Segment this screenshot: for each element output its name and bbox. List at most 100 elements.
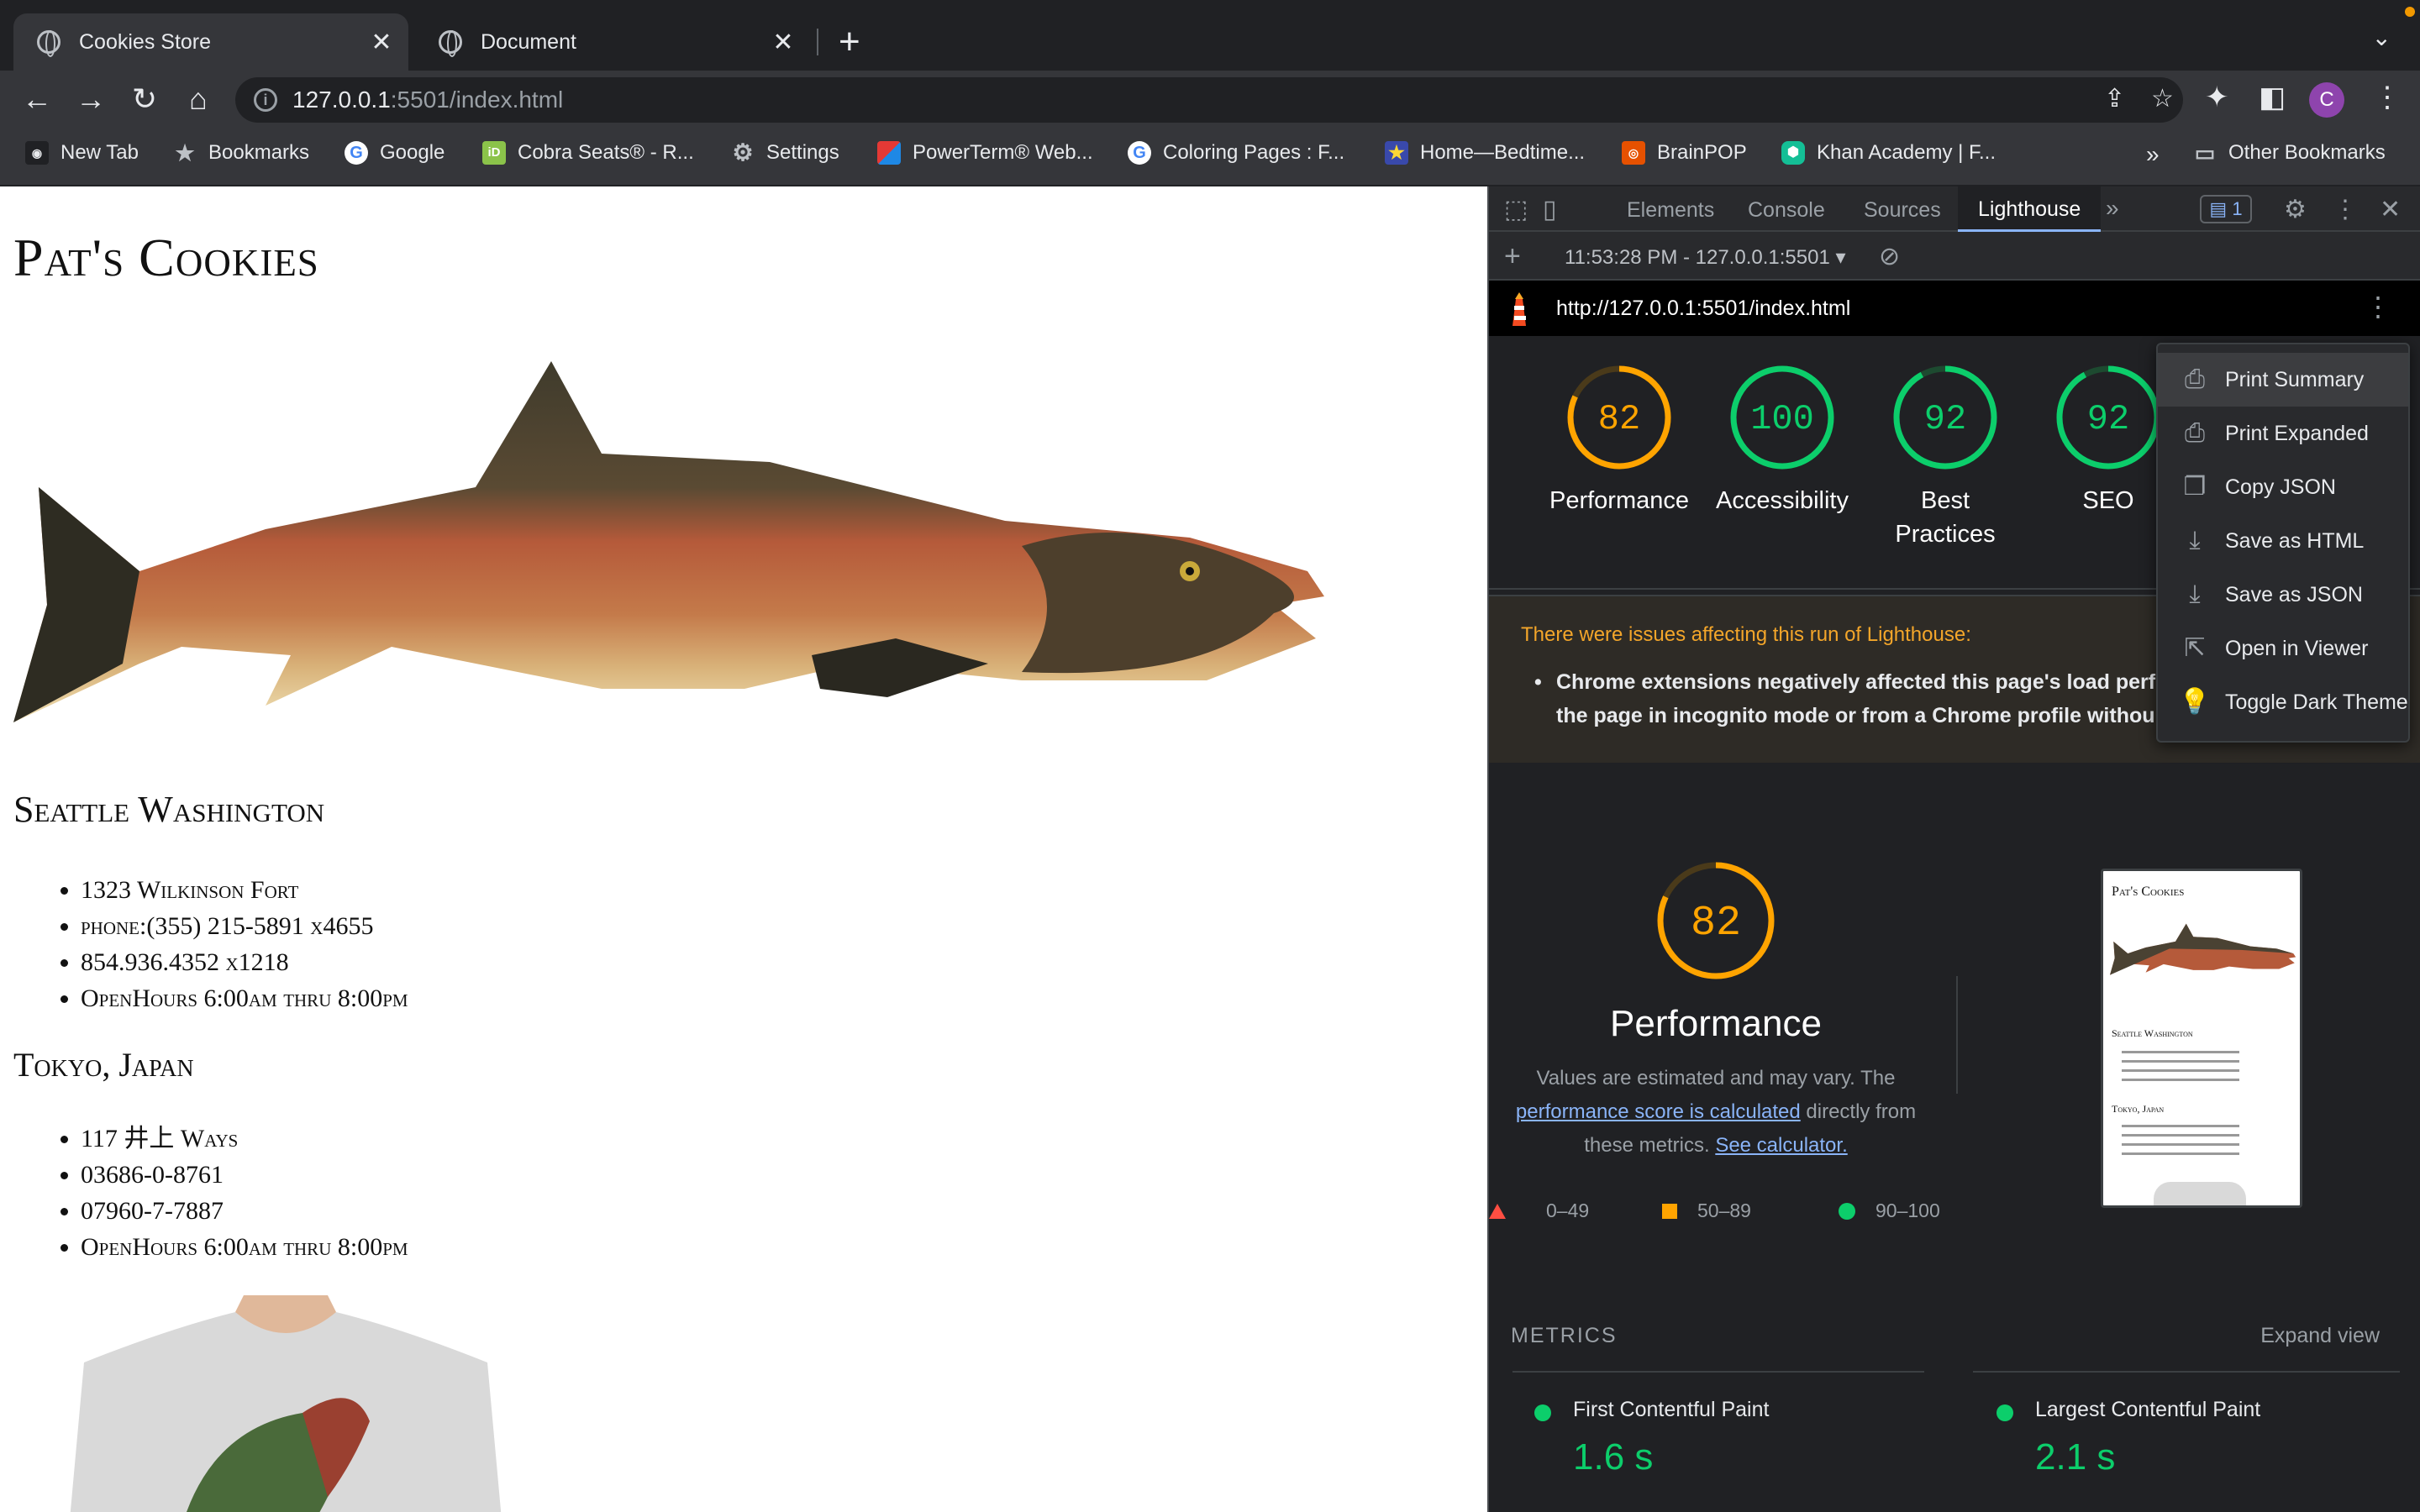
performance-description: Values are estimated and may vary. The p… (1515, 1067, 1917, 1157)
address-bar[interactable]: i 127.0.0.1:5501/index.html ⇪ ☆ (235, 77, 2183, 123)
gear-icon[interactable]: ⚙ (2284, 195, 2307, 224)
thumbnail-lines (2122, 1044, 2239, 1088)
menu-item-print-summary[interactable]: ⎙ Print Summary (2158, 353, 2408, 407)
tab-document[interactable]: Document ✕ (415, 13, 810, 71)
list-item: phone:(355) 215-5891 x4655 (81, 908, 408, 944)
bookmark-cobra-seats[interactable]: iD Cobra Seats® - R... (482, 141, 694, 165)
tab-lighthouse[interactable]: Lighthouse (1958, 186, 2102, 232)
tab-sources[interactable]: Sources (1864, 198, 1941, 223)
tab-separator (817, 29, 818, 55)
score-gauge-best-practices[interactable]: 92 Best Practices (1891, 363, 2000, 551)
globe-icon (37, 30, 60, 57)
bookmark-label: Settings (766, 141, 839, 164)
back-arrow-icon[interactable]: ← (17, 79, 57, 119)
see-calculator-link[interactable]: See calculator. (1715, 1134, 1847, 1157)
bookmark-label: Google (380, 141, 445, 164)
bookmark-home-bedtime[interactable]: ★ Home—Bedtime... (1385, 141, 1585, 165)
menu-item-copy-json[interactable]: ❐ Copy JSON (2158, 460, 2408, 514)
menu-item-save-as-json[interactable]: ⤓ Save as JSON (2158, 568, 2408, 622)
thumbnail-heading: Tokyo, Japan (2112, 1103, 2165, 1115)
bookmark-bookmarks[interactable]: ★ Bookmarks (173, 141, 309, 165)
browser-menu-kebab-icon[interactable]: ⋮ (2373, 81, 2402, 114)
bookmark-coloring-pages[interactable]: G Coloring Pages : F... (1128, 141, 1344, 165)
report-menu-kebab-icon[interactable]: ⋮ (2365, 291, 2391, 323)
performance-title: Performance (1610, 1003, 1822, 1044)
report-url[interactable]: http://127.0.0.1:5501/index.html (1556, 297, 1850, 321)
bookmark-star-icon[interactable]: ☆ (2151, 84, 2174, 113)
score-gauge-seo[interactable]: 92 SEO (2054, 363, 2163, 517)
svg-text:100: 100 (1750, 399, 1814, 439)
google-icon: G (1128, 141, 1151, 165)
red-triangle-icon (1489, 1203, 1506, 1219)
address-url[interactable]: 127.0.0.1:5501/index.html (292, 87, 563, 113)
reload-icon[interactable]: ↻ (124, 79, 165, 119)
score-gauge-accessibility[interactable]: 100 Accessibility (1716, 363, 1849, 517)
score-ring: 82 (1567, 365, 1671, 470)
menu-item-toggle-dark-theme[interactable]: 💡 Toggle Dark Theme (2158, 675, 2408, 729)
tab-cookies-store[interactable]: Cookies Store ✕ (13, 13, 408, 71)
folder-icon: ▭ (2194, 140, 2216, 165)
divider (1973, 1371, 2400, 1373)
tab-strip: Cookies Store ✕ Document ✕ + ⌄ (0, 0, 2420, 71)
menu-item-print-expanded[interactable]: ⎙ Print Expanded (2158, 407, 2408, 460)
legend-average: 50–89 (1662, 1200, 1751, 1222)
final-screenshot-thumbnail[interactable]: Pat's Cookies Seattle Washington Tokyo, … (2101, 869, 2302, 1208)
new-report-plus-icon[interactable]: + (1504, 240, 1521, 273)
thumbnail-heading: Seattle Washington (2112, 1027, 2193, 1039)
list-item: 03686-0-8761 (81, 1157, 408, 1193)
profile-avatar[interactable]: C (2309, 82, 2344, 118)
site-info-icon[interactable]: i (254, 88, 277, 112)
device-toolbar-icon[interactable]: ▯ (1543, 195, 1557, 224)
star-icon: ★ (175, 140, 195, 165)
bookmark-label: Khan Academy | F... (1817, 141, 1996, 164)
printer-icon: ⎙ (2185, 365, 2205, 393)
report-selector[interactable]: 11:53:28 PM - 127.0.0.1:5501 ▾ (1565, 245, 1846, 270)
list-item: 117 井上 Ways (81, 1121, 408, 1157)
more-tabs-chevron-icon[interactable]: » (2106, 195, 2119, 222)
score-ring: 82 (1657, 862, 1775, 979)
notification-dot (2405, 7, 2415, 17)
share-icon[interactable]: ⇪ (2104, 84, 2125, 113)
tab-search-chevron-icon[interactable]: ⌄ (2372, 24, 2391, 51)
score-label: Performance (1549, 487, 1689, 514)
close-icon[interactable]: ✕ (766, 28, 800, 57)
devtools-tabbar: ⬚ ▯ Elements Console Sources Lighthouse … (1489, 186, 2420, 232)
metric-value: 2.1 s (2035, 1436, 2116, 1478)
new-tab-plus-icon[interactable]: + (839, 20, 860, 64)
green-circle-icon (1996, 1404, 2013, 1421)
close-icon[interactable]: ✕ (2380, 195, 2401, 224)
score-ring: 92 (1893, 365, 1997, 470)
tab-console[interactable]: Console (1748, 198, 1825, 223)
browser-toolbar: ← → ↻ ⌂ i 127.0.0.1:5501/index.html ⇪ ☆ … (0, 71, 2420, 128)
divider (1956, 976, 1958, 1094)
thumbnail-title: Pat's Cookies (2112, 885, 2185, 899)
expand-view-button[interactable]: Expand view (2260, 1324, 2380, 1348)
side-panel-icon[interactable]: ◧ (2259, 81, 2286, 114)
divider (1512, 1371, 1924, 1373)
bookmark-brainpop[interactable]: ◎ BrainPOP (1622, 141, 1747, 165)
bookmark-powerterm[interactable]: PowerTerm® Web... (877, 141, 1093, 165)
menu-item-save-as-html[interactable]: ⤓ Save as HTML (2158, 514, 2408, 568)
bookmarks-overflow-chevron-icon[interactable]: » (2146, 141, 2160, 168)
clear-report-icon[interactable]: ⊘ (1879, 242, 1900, 271)
tab-elements[interactable]: Elements (1627, 198, 1714, 223)
forward-arrow-icon[interactable]: → (71, 79, 111, 119)
bookmark-other-bookmarks[interactable]: ▭ Other Bookmarks (2193, 141, 2386, 165)
bookmark-label: Home—Bedtime... (1420, 141, 1586, 164)
extensions-puzzle-icon[interactable]: ✦ (2205, 81, 2229, 114)
performance-score-link[interactable]: performance score is calculated (1516, 1100, 1801, 1123)
issues-badge[interactable]: ▤ 1 (2200, 195, 2252, 223)
devtools-kebab-icon[interactable]: ⋮ (2333, 195, 2358, 224)
bookmark-google[interactable]: G Google (345, 141, 445, 165)
inspect-element-icon[interactable]: ⬚ (1504, 195, 1528, 224)
score-gauge-performance[interactable]: 82 Performance (1549, 363, 1689, 517)
warning-title: There were issues affecting this run of … (1521, 623, 1971, 646)
menu-item-open-in-viewer[interactable]: ⇱ Open in Viewer (2158, 622, 2408, 675)
bookmark-new-tab[interactable]: ◉ New Tab (25, 141, 139, 165)
cobra-icon: iD (482, 141, 506, 165)
bookmark-settings[interactable]: ⚙ Settings (731, 141, 839, 165)
bookmark-khan-academy[interactable]: ⬢ Khan Academy | F... (1781, 141, 1996, 165)
close-icon[interactable]: ✕ (365, 28, 398, 57)
bookmark-label: BrainPOP (1657, 141, 1747, 164)
home-icon[interactable]: ⌂ (178, 79, 218, 119)
